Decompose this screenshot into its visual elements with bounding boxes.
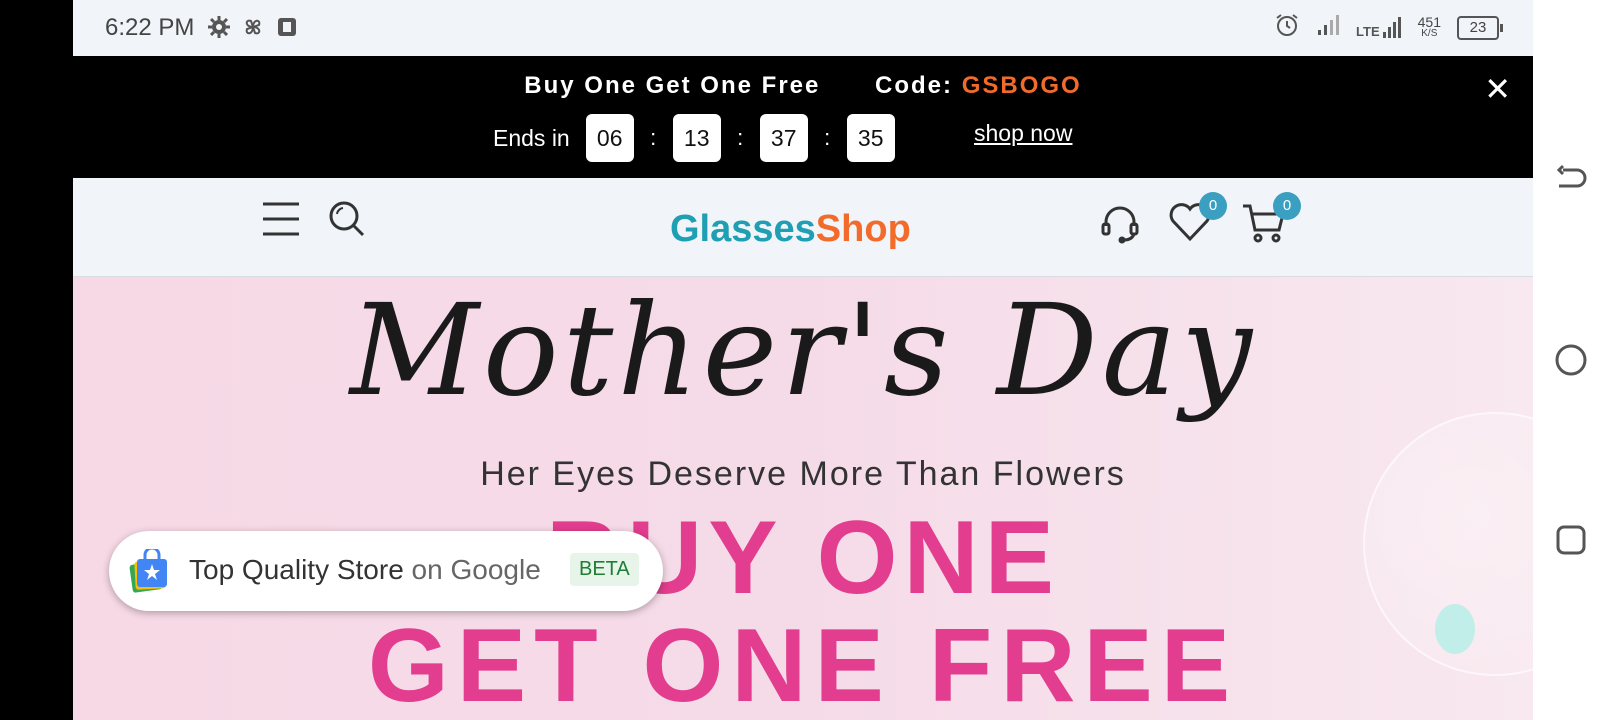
countdown-label: Ends in [493,124,570,151]
promo-code: Code: GSBOGO [875,72,1082,99]
wishlist-count-badge: 0 [1199,192,1227,220]
store-badge-text: Top Quality Store on Google [189,554,541,585]
customer-service-icon[interactable] [1100,204,1140,249]
app-notification-icon [275,15,299,39]
top-quality-store-badge[interactable]: Top Quality Store on Google BETA [109,531,663,611]
pinwheel-icon [241,15,265,39]
back-icon[interactable] [1553,162,1589,198]
countdown-minutes: 37 [759,114,808,162]
battery-icon: 23 [1457,15,1503,40]
search-icon[interactable] [328,200,366,243]
cart-count-badge: 0 [1273,192,1301,220]
shopping-bag-icon [127,546,171,593]
promo-banner: Buy One Get One Free Code: GSBOGO ✕ Ends… [73,56,1533,178]
signal-icon [1316,14,1340,41]
hero-headline-2: GET ONE FREE [367,608,1239,720]
status-bar: 6:22 PM LTE 451 K/S 23 [73,0,1533,56]
promo-title: Buy One Get One Free [524,72,821,99]
alarm-icon [1274,12,1300,43]
phone-screen: 6:22 PM LTE 451 K/S 23 Buy One Get One F… [73,0,1533,720]
shop-now-link[interactable]: shop now [974,120,1072,147]
countdown-separator: : [650,125,657,150]
status-system-icons: LTE 451 K/S 23 [1274,12,1503,43]
promo-headline: Buy One Get One Free Code: GSBOGO [73,72,1533,100]
countdown-separator: : [824,125,831,150]
hero-banner[interactable]: Mother's Day Her Eyes Deserve More Than … [73,277,1533,720]
countdown-separator: : [737,125,744,150]
site-logo[interactable]: GlassesShop [670,208,911,251]
hero-subtitle: Her Eyes Deserve More Than Flowers [480,455,1126,493]
hero-script-title: Mother's Day [349,277,1257,424]
network-type: LTE [1356,23,1380,39]
beta-badge: BETA [570,553,639,586]
close-icon[interactable]: ✕ [1484,70,1511,108]
status-time: 6:22 PM [105,14,195,41]
android-nav-bar [1533,0,1612,720]
countdown-days: 06 [585,114,634,162]
battery-level: 23 [1469,18,1487,36]
countdown-hours: 13 [672,114,721,162]
recents-icon[interactable] [1553,522,1589,558]
settings-icon [207,15,231,39]
network-speed: 451 K/S [1417,13,1441,39]
countdown-seconds: 35 [846,114,895,162]
site-header: GlassesShop 0 0 [73,178,1533,277]
home-icon[interactable] [1553,342,1589,378]
menu-icon[interactable] [261,200,301,243]
lte-signal-icon: LTE [1356,16,1402,39]
promo-code-value: GSBOGO [961,72,1082,99]
status-notification-icons [207,15,299,39]
countdown: Ends in 06 : 13 : 37 : 35 [493,114,895,162]
